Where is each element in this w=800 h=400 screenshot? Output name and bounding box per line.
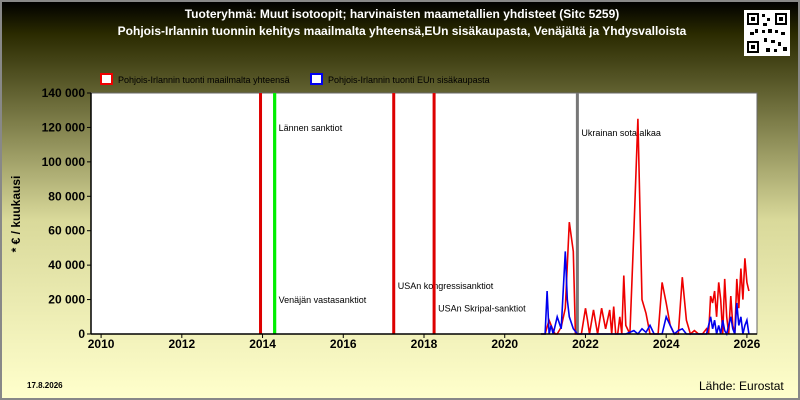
- y-tick-label: 120 000: [42, 120, 86, 134]
- legend-swatch: [100, 73, 113, 85]
- x-tick-label: 2016: [330, 337, 357, 351]
- legend-swatch: [310, 73, 323, 85]
- chart-svg: Lännen sanktiot Venäjän vastasanktiot USAn…: [9, 73, 761, 351]
- y-tick-label: 20 000: [48, 293, 85, 307]
- y-tick-label: 40 000: [48, 258, 85, 272]
- legend-label: Pohjois-Irlannin tuonti EUn sisäkaupasta: [328, 75, 490, 85]
- x-tick-label: 2018: [411, 337, 438, 351]
- x-tick-label: 2026: [734, 337, 761, 351]
- y-tick-label: 0: [78, 327, 85, 341]
- x-tick-label: 2024: [653, 337, 680, 351]
- x-tick-label: 2022: [572, 337, 599, 351]
- x-tick-label: 2010: [88, 337, 115, 351]
- y-tick-label: 80 000: [48, 189, 85, 203]
- x-tick-label: 2014: [249, 337, 276, 351]
- legend-label: Pohjois-Irlannin tuonti maailmalta yhtee…: [118, 75, 290, 85]
- event-label: Ukrainan sota alkaa: [581, 128, 661, 138]
- event-label: USAn kongressisanktiot: [398, 281, 494, 291]
- y-axis-label: * € / kuukausi: [9, 176, 23, 253]
- y-tick-label: 140 000: [42, 86, 86, 100]
- x-tick-label: 2012: [168, 337, 195, 351]
- legend: Pohjois-Irlannin tuonti maailmalta yhtee…: [100, 73, 490, 85]
- event-label: Lännen sanktiot: [279, 123, 343, 133]
- event-label: Venäjän vastasanktiot: [279, 295, 367, 305]
- y-tick-label: 60 000: [48, 224, 85, 238]
- y-tick-label: 100 000: [42, 155, 86, 169]
- event-label: USAn Skripal-sanktiot: [438, 304, 526, 314]
- x-tick-label: 2020: [491, 337, 518, 351]
